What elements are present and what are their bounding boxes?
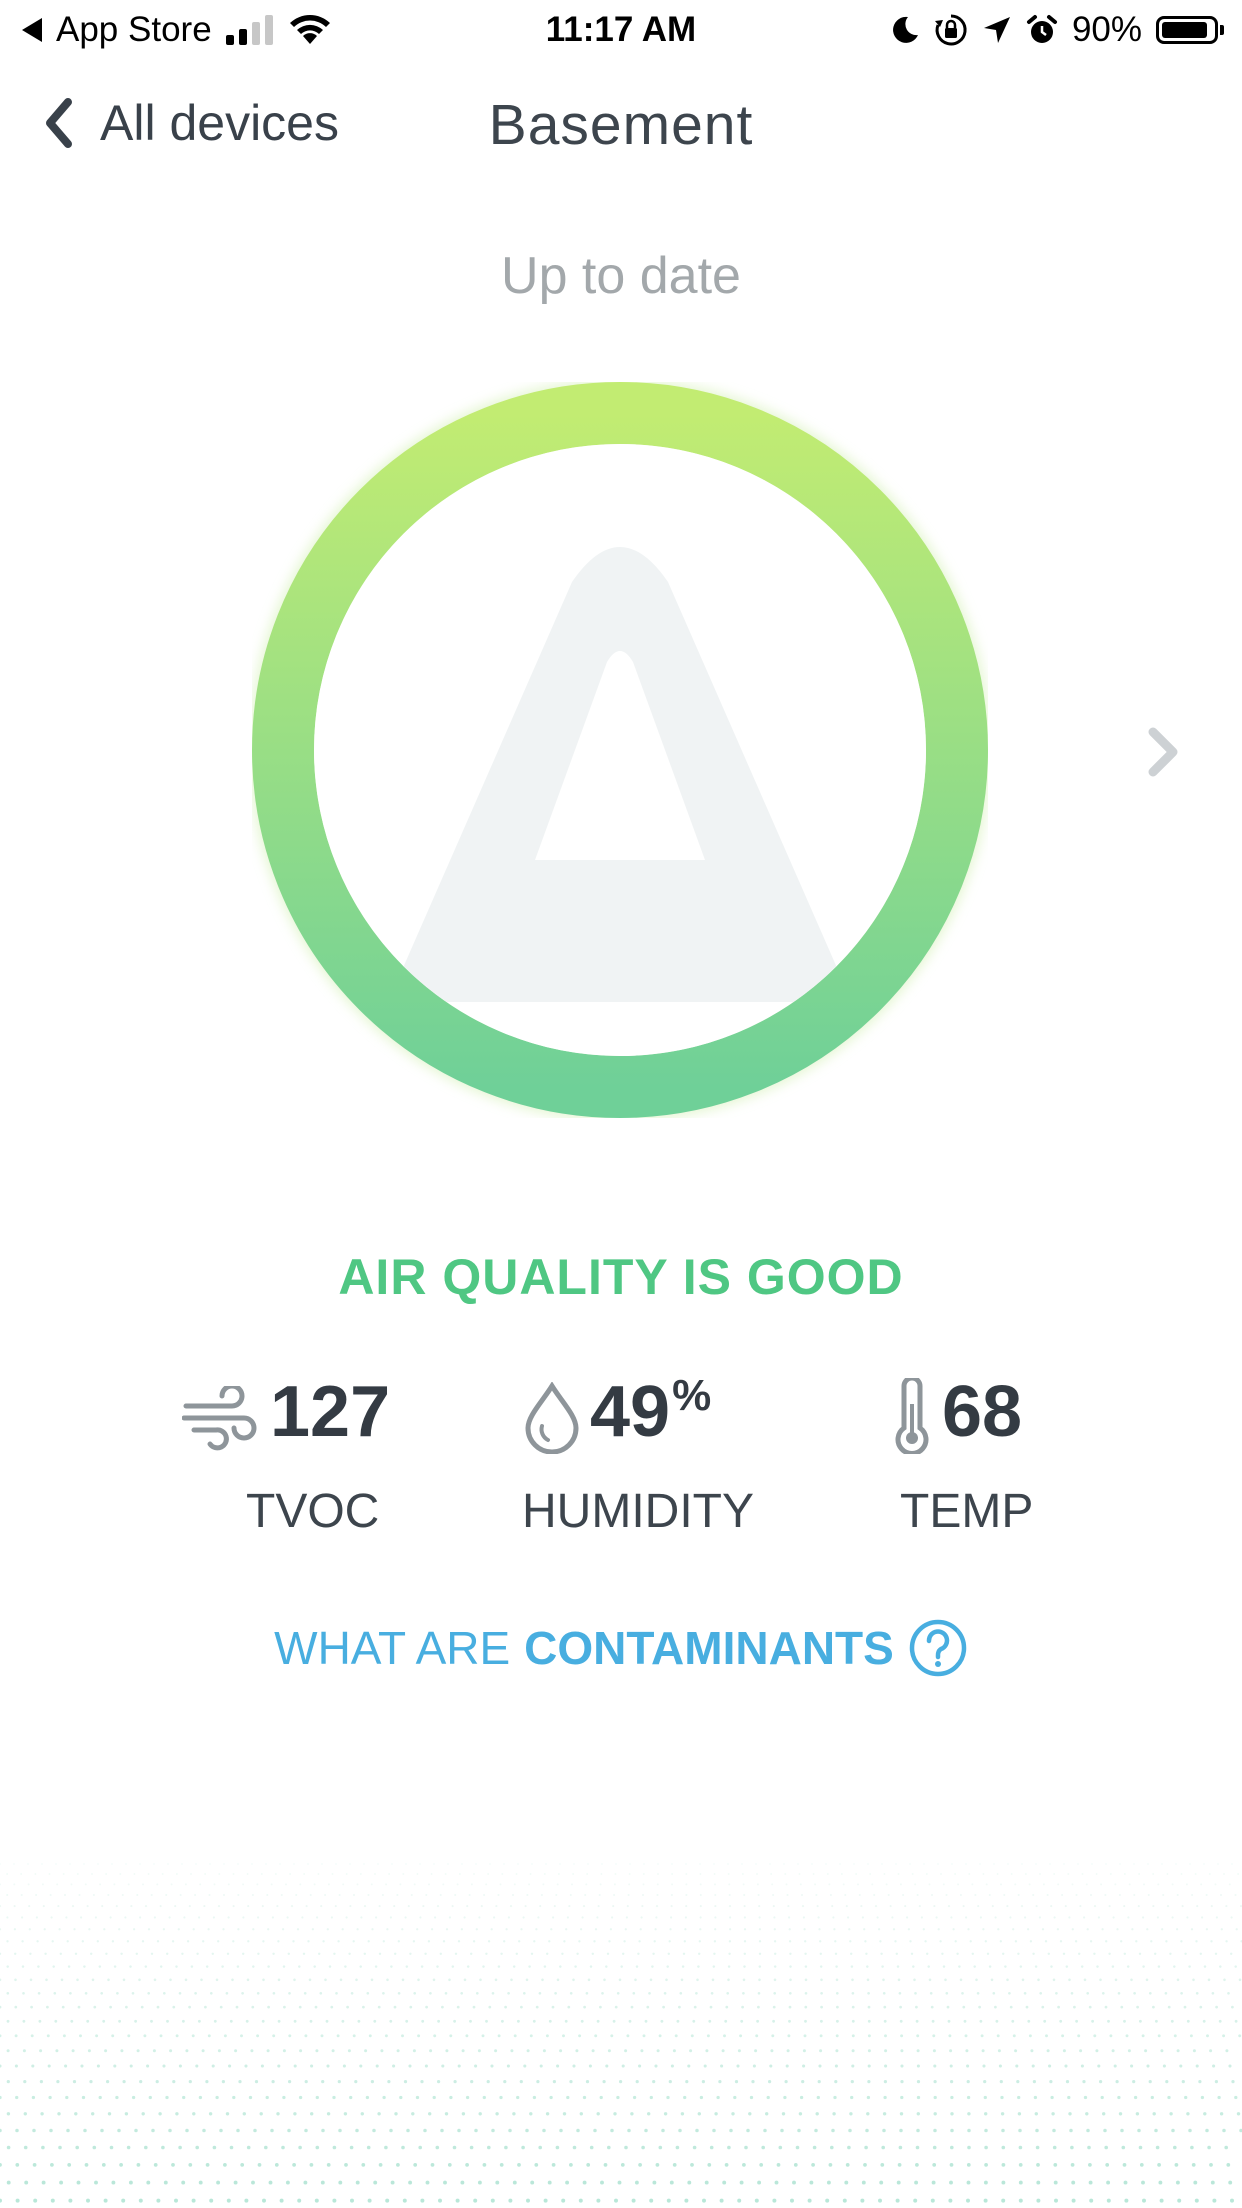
wind-icon [182,1386,257,1451]
update-status: Up to date [501,247,741,305]
thermometer-icon [895,1378,929,1454]
location-arrow-icon [983,17,1010,43]
page-title: Basement [488,93,754,157]
orientation-lock-icon [934,14,967,46]
tvoc-label: TVOC [246,1485,380,1538]
air-quality-score-ring[interactable] [249,379,991,1121]
droplet-icon [525,1382,579,1454]
humidity-metric[interactable]: 49 % HUMIDITY [522,1371,784,1554]
battery-percent: 90% [1071,10,1142,49]
question-circle-icon [909,1619,967,1677]
humidity-unit: % [672,1371,712,1420]
humidity-value: 49 [590,1372,671,1452]
tvoc-value: 127 [270,1372,391,1452]
do-not-disturb-moon-icon [892,16,918,43]
alarm-clock-icon [1026,15,1057,43]
status-bar-right: 90% [890,10,1224,50]
tvoc-metric[interactable]: 127 TVOC [182,1374,442,1554]
contaminants-prefix: WHAT ARE [274,1622,511,1674]
humidity-label: HUMIDITY [522,1485,754,1538]
air-quality-status: AIR QUALITY IS GOOD [338,1249,904,1305]
navigation-bar: All devices Basement [0,80,1242,170]
battery-fill [1162,22,1207,38]
contaminants-bold: CONTAMINANTS [524,1622,894,1674]
decorative-dot-pattern [0,1863,1242,2203]
temp-metric[interactable]: 68 TEMP [892,1374,1072,1554]
status-bar: App Store 11:17 AM 90% [0,0,1242,64]
what-are-contaminants-link[interactable]: WHAT ARE CONTAMINANTS [0,1618,1242,1678]
temp-label: TEMP [900,1485,1034,1538]
temp-value: 68 [942,1372,1023,1452]
chevron-right-icon[interactable] [1145,726,1181,778]
battery-icon [1156,16,1224,44]
